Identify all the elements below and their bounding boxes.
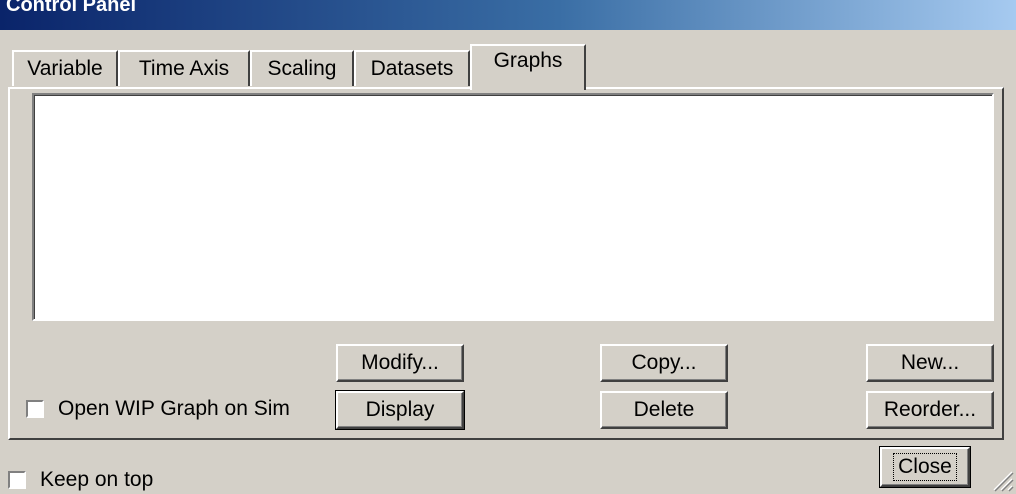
tab-scaling[interactable]: Scaling [250,50,354,86]
tab-variable[interactable]: Variable [12,50,118,86]
tab-graphs[interactable]: Graphs [470,44,586,90]
new-button[interactable]: New... [866,344,994,382]
modify-button[interactable]: Modify... [336,344,464,382]
resize-grip-icon[interactable] [990,468,1014,492]
copy-button[interactable]: Copy... [600,344,728,382]
reorder-button[interactable]: Reorder... [866,391,994,429]
display-button[interactable]: Display [335,390,465,430]
title-bar[interactable]: Control Panel [0,0,1016,30]
close-button[interactable]: Close [879,446,971,488]
tab-datasets[interactable]: Datasets [354,50,470,86]
delete-button[interactable]: Delete [600,391,728,429]
close-button-label: Close [893,453,957,481]
window-title: Control Panel [6,0,137,16]
open-wip-graph-option[interactable]: Open WIP Graph on Sim [26,397,290,421]
keep-on-top-checkbox[interactable] [8,471,26,489]
graphs-tab-panel: Modify... Display Copy... Delete New... … [8,87,1004,440]
graph-list[interactable] [32,93,994,321]
open-wip-graph-checkbox[interactable] [26,400,44,418]
keep-on-top-label: Keep on top [40,468,154,491]
keep-on-top-option[interactable]: Keep on top [8,468,153,492]
tab-time-axis[interactable]: Time Axis [118,50,250,86]
open-wip-graph-label: Open WIP Graph on Sim [58,397,290,420]
